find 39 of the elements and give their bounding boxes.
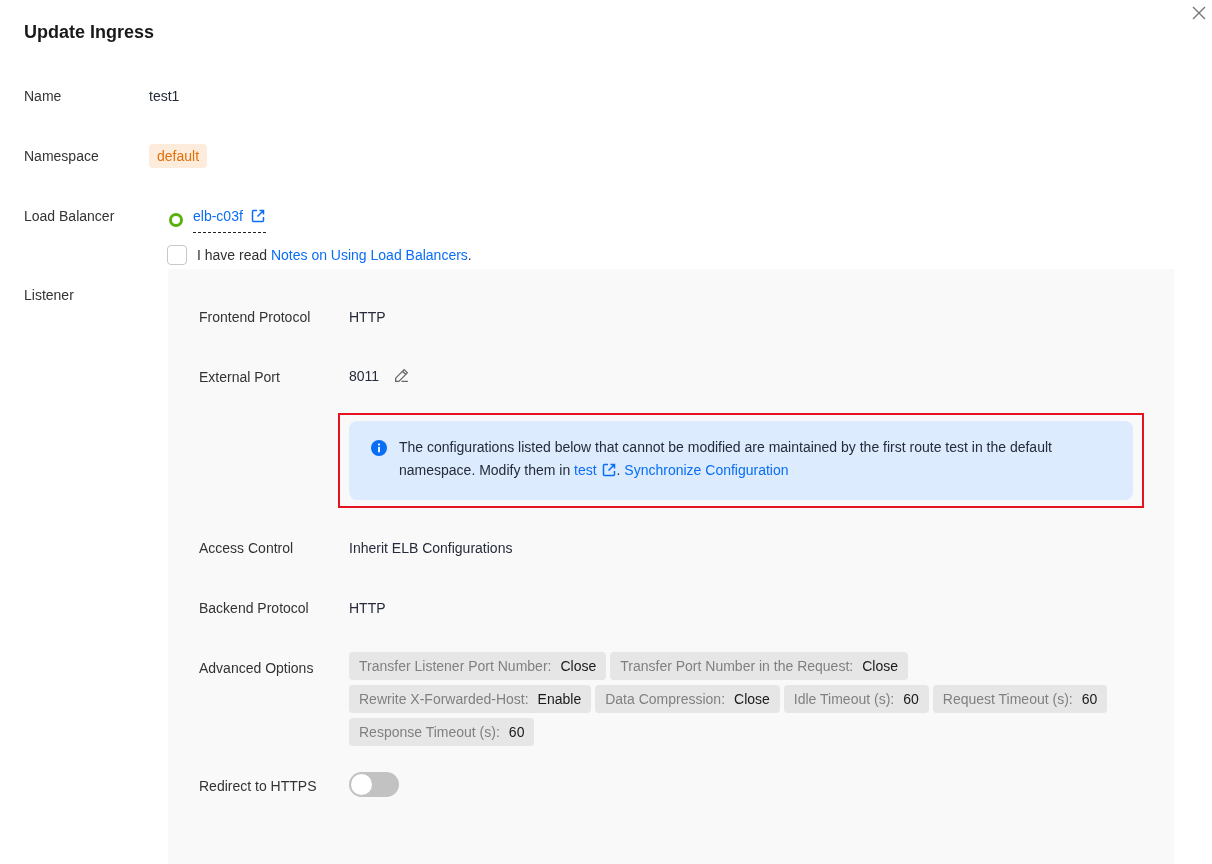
field-label: Access Control: [199, 539, 295, 558]
agreement-text: I have read Notes on Using Load Balancers.: [197, 247, 472, 263]
notes-link[interactable]: Notes on Using Load Balancers: [270, 247, 468, 263]
dialog-title: Update Ingress: [24, 21, 156, 44]
option-tag: Transfer Listener Port Number: Close: [349, 652, 607, 680]
option-tag: Data Compression: Close: [595, 685, 780, 713]
close-button[interactable]: [1190, 4, 1208, 22]
field-label: External Port: [199, 368, 281, 387]
notice-text: The configurations listed below that cannot be modified are maintained by the first route test in the default namespace. Modify them in test . Synchronize Configuration: [399, 438, 1053, 480]
namespace-tag: default: [149, 144, 208, 168]
field-label: Namespace: [24, 147, 100, 166]
sync-link[interactable]: Synchronize Configuration: [624, 462, 789, 478]
field-label: Load Balancer: [24, 207, 116, 226]
pencil-icon[interactable]: [393, 367, 411, 384]
field-label: Frontend Protocol: [199, 308, 312, 327]
info-icon: [371, 440, 387, 456]
load-balancer-link[interactable]: elb-c03f: [193, 206, 266, 233]
route-link[interactable]: test: [574, 462, 597, 478]
field-value: HTTP: [349, 599, 387, 618]
option-tag: Transfer Port Number in the Request: Close: [610, 652, 908, 680]
field-label: Backend Protocol: [199, 599, 310, 618]
field-value: 8011: [349, 367, 380, 384]
field-label: Name: [24, 87, 63, 106]
field-value: Inherit ELB Configurations: [349, 539, 514, 558]
status-icon: [169, 212, 183, 227]
field-value: test1: [149, 87, 181, 106]
option-tag: Response Timeout (s): 60: [349, 718, 535, 746]
close-icon: [1192, 6, 1206, 20]
field-label: Advanced Options: [199, 659, 315, 678]
field-value: HTTP: [349, 308, 387, 327]
toggle-switch[interactable]: [349, 772, 399, 797]
checkbox[interactable]: [167, 245, 187, 265]
option-tag: Request Timeout (s): 60: [932, 685, 1108, 713]
field-label: Listener: [24, 286, 75, 305]
field-label: Redirect to HTTPS: [199, 777, 318, 796]
option-tag: Rewrite X-Forwarded-Host: Enable: [349, 685, 592, 713]
option-tag: Idle Timeout (s): 60: [783, 685, 929, 713]
external-link-icon: [249, 208, 266, 224]
external-link-icon: [600, 462, 617, 478]
